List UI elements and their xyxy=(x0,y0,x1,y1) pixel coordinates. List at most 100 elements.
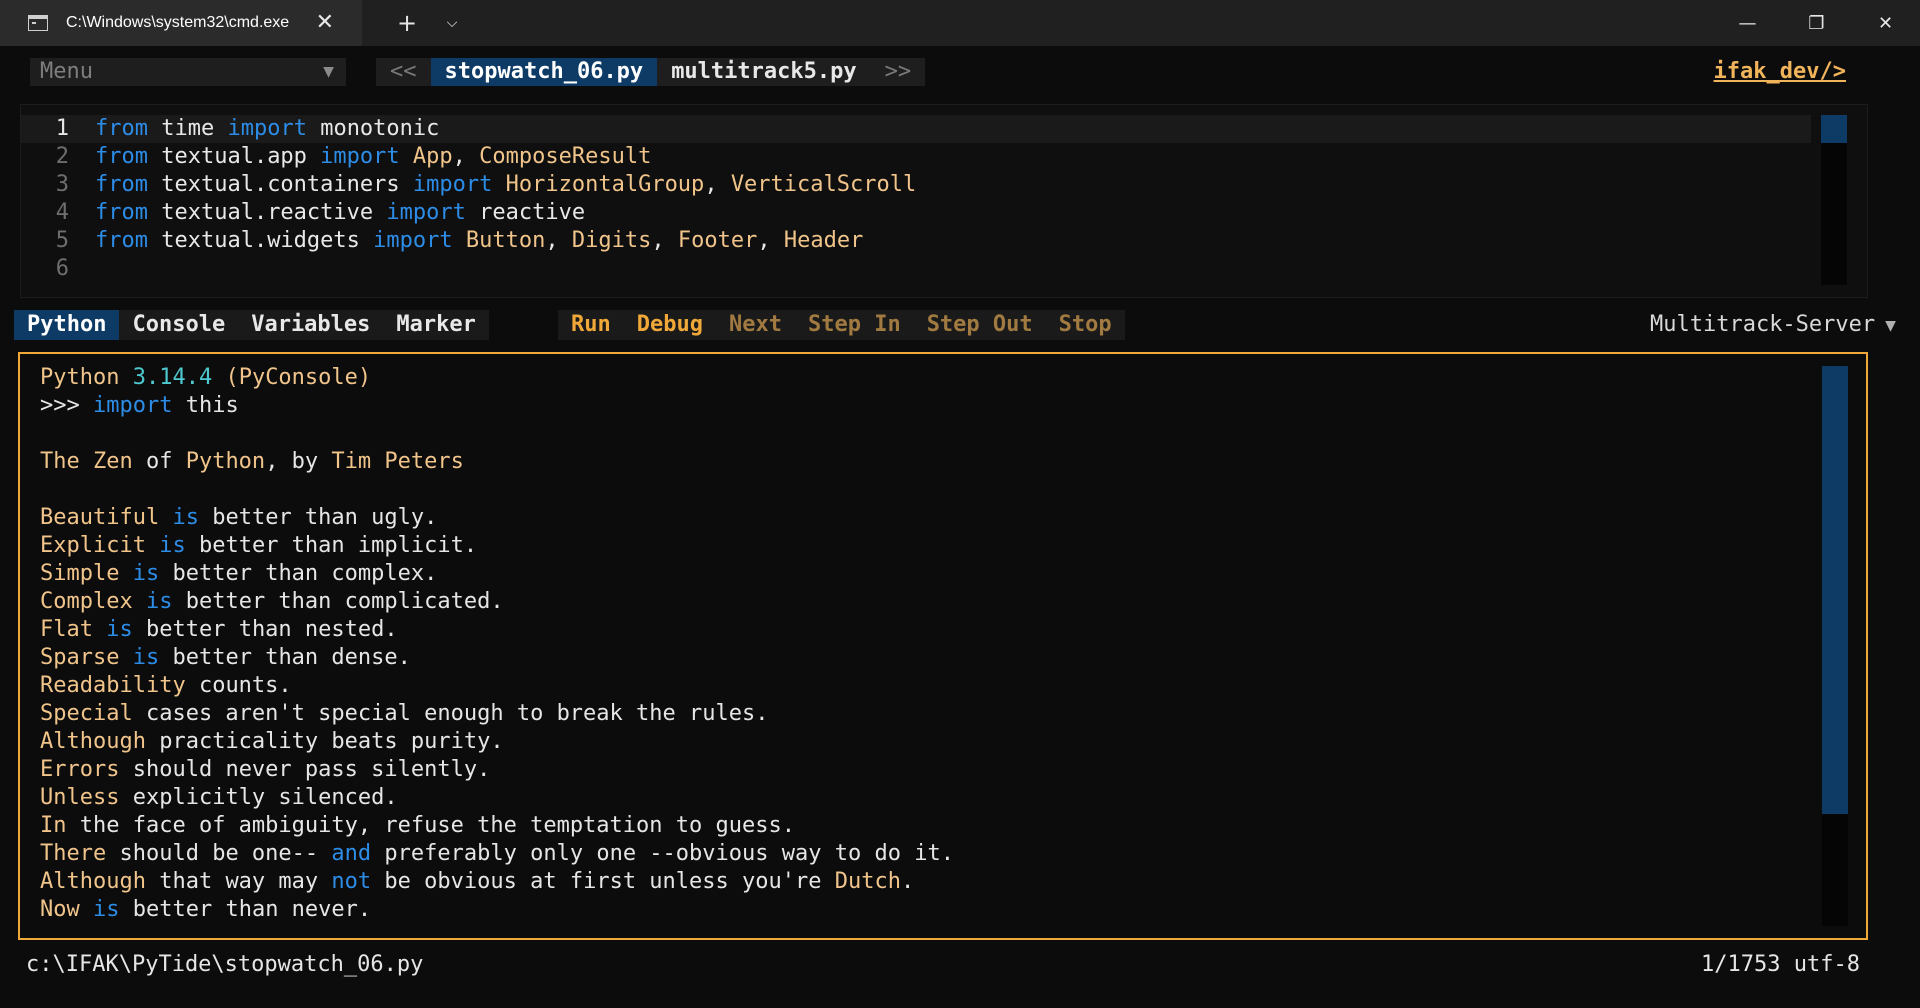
code-token: monotonic xyxy=(306,116,440,141)
title-bar: C:\Windows\system32\cmd.exe ✕ + ⌵ — ❐ ✕ xyxy=(0,0,1920,46)
console-line: Sparse is better than dense. xyxy=(40,644,954,672)
code-token: import xyxy=(386,200,466,225)
console-scrollbar[interactable] xyxy=(1822,366,1848,926)
tab-variables[interactable]: Variables xyxy=(238,310,383,340)
console-token: should be one-- xyxy=(106,841,332,866)
console-token: Sparse xyxy=(40,645,120,670)
close-button[interactable]: ✕ xyxy=(1851,0,1920,46)
code-token: ComposeResult xyxy=(479,144,652,169)
file-tabs: << stopwatch_06.py multitrack5.py >> xyxy=(376,58,926,86)
brand-link[interactable]: ifak_dev/> xyxy=(1714,58,1846,86)
cursor-encoding: 1/1753 utf-8 xyxy=(1701,952,1860,977)
console-token: Errors xyxy=(40,757,120,782)
console-line: There should be one-- and preferably onl… xyxy=(40,840,954,868)
console-token: Tim Peters xyxy=(331,449,464,474)
code-line: 2 from textual.app import App, ComposeRes… xyxy=(21,143,1811,171)
window-controls: — ❐ ✕ xyxy=(1713,0,1920,46)
console-token: Readability xyxy=(40,673,186,698)
code-token: textual.app xyxy=(147,144,321,169)
console-token: better than never. xyxy=(119,897,372,922)
line-number: 1 xyxy=(55,116,69,141)
console-token xyxy=(80,897,93,922)
code-editor[interactable]: 1 from time import monotonic 2 from textual… xyxy=(20,104,1868,298)
console-token: is xyxy=(172,505,199,530)
minimize-button[interactable]: — xyxy=(1713,0,1782,46)
console-line: Beautiful is better than ugly. xyxy=(40,504,954,532)
editor-scroll-thumb[interactable] xyxy=(1821,115,1847,143)
menu-select[interactable]: Menu ▼ xyxy=(30,58,346,86)
line-number: 5 xyxy=(55,228,69,253)
console-token: import xyxy=(92,393,173,418)
stop-button[interactable]: Stop xyxy=(1046,310,1125,340)
console-token: cases aren't special enough to break the… xyxy=(132,701,769,726)
console-line: Now is better than never. xyxy=(40,896,954,924)
line-number: 6 xyxy=(55,256,69,281)
step-out-button[interactable]: Step Out xyxy=(914,310,1046,340)
next-button[interactable]: Next xyxy=(716,310,795,340)
console-token: is xyxy=(132,645,160,670)
console-token: the face of ambiguity, refuse the tempta… xyxy=(66,813,795,838)
step-in-button[interactable]: Step In xyxy=(795,310,914,340)
code-token: , xyxy=(452,144,480,169)
tab-close-icon[interactable]: ✕ xyxy=(316,11,334,35)
console-token: Special xyxy=(40,701,133,726)
console-token: Unless xyxy=(40,785,120,810)
console-line: Explicit is better than implicit. xyxy=(40,532,954,560)
maximize-button[interactable]: ❐ xyxy=(1782,0,1851,46)
code-token: HorizontalGroup xyxy=(505,172,705,197)
code-token: App xyxy=(412,144,453,169)
code-token: Button xyxy=(465,228,546,253)
console-token: of xyxy=(132,449,186,474)
terminal-tab[interactable]: C:\Windows\system32\cmd.exe ✕ xyxy=(0,0,362,46)
editor-scrollbar[interactable] xyxy=(1821,115,1847,285)
console-token: is xyxy=(159,533,186,558)
tab-console[interactable]: Console xyxy=(119,310,238,340)
next-file-button[interactable]: >> xyxy=(871,58,926,86)
code-token: textual.widgets xyxy=(147,228,374,253)
code-token: textual.containers xyxy=(147,172,413,197)
console-token: be obvious at first unless you're xyxy=(371,869,835,894)
console-line: Special cases aren't special enough to b… xyxy=(40,700,954,728)
code-token: , xyxy=(651,228,678,253)
code-token: textual.reactive xyxy=(147,200,387,225)
console-token: is xyxy=(106,617,133,642)
python-console[interactable]: Python 3.14.4 (PyConsole) >>> import this… xyxy=(18,352,1868,940)
code-token: import xyxy=(373,228,453,253)
terminal-icon xyxy=(28,15,48,31)
console-token xyxy=(133,589,146,614)
code-token: Digits xyxy=(571,228,652,253)
file-tab-multitrack[interactable]: multitrack5.py xyxy=(657,58,870,86)
line-number: 3 xyxy=(55,172,69,197)
panel-toolbar: Python Console Variables Marker Run Debu… xyxy=(0,310,1920,340)
code-line: 4 from textual.reactive import reactive xyxy=(21,199,1811,227)
console-token: Complex xyxy=(40,589,133,614)
console-token: . xyxy=(900,869,915,894)
status-bar: c:\IFAK\PyTide\stopwatch_06.py 1/1753 ut… xyxy=(0,948,1920,982)
tab-marker[interactable]: Marker xyxy=(383,310,488,340)
console-token: Although xyxy=(40,729,146,754)
console-token: In xyxy=(40,813,67,838)
new-tab-button[interactable]: + xyxy=(382,0,432,46)
file-tab-stopwatch[interactable]: stopwatch_06.py xyxy=(430,58,658,86)
prev-file-button[interactable]: << xyxy=(376,58,431,86)
console-token: this xyxy=(172,393,239,418)
console-token xyxy=(159,505,172,530)
console-token xyxy=(146,533,159,558)
server-select[interactable]: Multitrack-Server ▼ xyxy=(1650,310,1896,341)
line-number: 4 xyxy=(55,200,69,225)
tab-python[interactable]: Python xyxy=(14,310,120,340)
server-label: Multitrack-Server xyxy=(1649,312,1876,337)
debug-button[interactable]: Debug xyxy=(624,310,716,340)
console-token xyxy=(119,645,132,670)
console-token: is xyxy=(93,897,120,922)
tab-dropdown-button[interactable]: ⌵ xyxy=(432,0,472,46)
console-token: is xyxy=(145,589,173,614)
console-token: should never pass silently. xyxy=(119,757,491,782)
debug-actions: Run Debug Next Step In Step Out Stop xyxy=(558,310,1125,340)
console-token: better than implicit. xyxy=(185,533,478,558)
code-token: , xyxy=(757,228,784,253)
console-scroll-thumb[interactable] xyxy=(1822,366,1848,814)
run-button[interactable]: Run xyxy=(558,310,624,340)
console-token: , by xyxy=(265,449,332,474)
